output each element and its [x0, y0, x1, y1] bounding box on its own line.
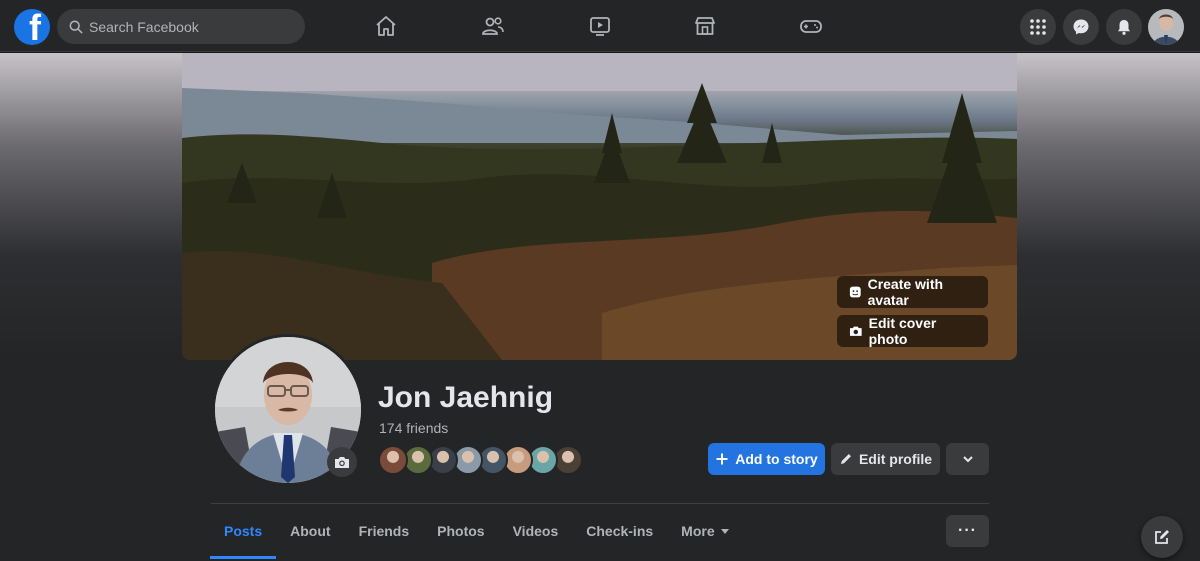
cover-photo[interactable]: Create with avatar Edit cover photo [182, 53, 1017, 360]
messenger-icon[interactable] [1063, 9, 1099, 45]
plus-icon [716, 453, 728, 465]
marketplace-icon[interactable] [688, 9, 722, 43]
search-input[interactable] [89, 18, 289, 35]
ellipsis-icon: ··· [958, 522, 977, 539]
camera-icon [335, 457, 349, 468]
tab-label: More [681, 523, 715, 539]
avatar-icon [849, 286, 861, 298]
friend-count[interactable]: 174 friends [379, 420, 448, 436]
notifications-icon[interactable] [1106, 9, 1142, 45]
compose-icon [1155, 530, 1169, 544]
new-message-button[interactable] [1141, 516, 1183, 558]
tab-label: Photos [437, 523, 485, 539]
menu-grid-icon[interactable] [1020, 9, 1056, 45]
friends-icon[interactable] [476, 9, 510, 43]
chevron-down-icon [962, 456, 973, 463]
more-options-button[interactable]: ··· [946, 515, 989, 547]
edit-profile-label: Edit profile [858, 451, 933, 467]
friend-avatars-row [378, 445, 583, 475]
tab-more[interactable]: More [667, 505, 742, 557]
logo-letter: f [29, 9, 41, 46]
tab-check-ins[interactable]: Check-ins [572, 505, 667, 557]
tab-label: Posts [224, 523, 263, 539]
tab-friends[interactable]: Friends [345, 505, 424, 557]
tab-videos[interactable]: Videos [499, 505, 573, 557]
pencil-icon [840, 454, 851, 464]
tab-label: Friends [358, 523, 410, 539]
caret-down-icon [720, 528, 729, 534]
edit-cover-photo-button[interactable]: Edit cover photo [837, 315, 988, 347]
profile-tabs: Posts About Friends Photos Videos Check-ins Mo… [210, 505, 743, 559]
add-to-story-label: Add to story [735, 451, 818, 467]
profile-name: Jon Jaehnig [378, 381, 554, 414]
edit-profile-button[interactable]: Edit profile [831, 443, 940, 475]
watch-icon[interactable] [583, 9, 617, 43]
edit-cover-photo-label: Edit cover photo [868, 315, 937, 347]
add-to-story-button[interactable]: Add to story [708, 443, 825, 475]
search-icon [69, 20, 83, 34]
home-icon[interactable] [369, 9, 403, 43]
account-avatar[interactable] [1148, 9, 1184, 45]
tab-about[interactable]: About [276, 505, 344, 557]
tab-label: About [290, 523, 331, 539]
friend-avatar[interactable] [378, 445, 408, 475]
camera-icon [849, 326, 862, 336]
facebook-logo[interactable]: f [14, 9, 50, 45]
tab-label: Videos [512, 523, 559, 539]
top-navigation-bar: f [0, 0, 1200, 52]
create-with-avatar-label: Create with avatar [867, 276, 944, 308]
tab-posts[interactable]: Posts [210, 505, 277, 559]
tab-photos[interactable]: Photos [423, 505, 498, 557]
cover-landscape-image [182, 53, 1017, 360]
profile-options-dropdown[interactable] [946, 443, 989, 475]
tab-label: Check-ins [586, 523, 654, 539]
search-bar[interactable] [57, 9, 305, 44]
header-divider [211, 503, 989, 504]
create-with-avatar-button[interactable]: Create with avatar [837, 276, 988, 308]
update-profile-picture-button[interactable] [327, 447, 357, 477]
gaming-icon[interactable] [794, 9, 828, 43]
